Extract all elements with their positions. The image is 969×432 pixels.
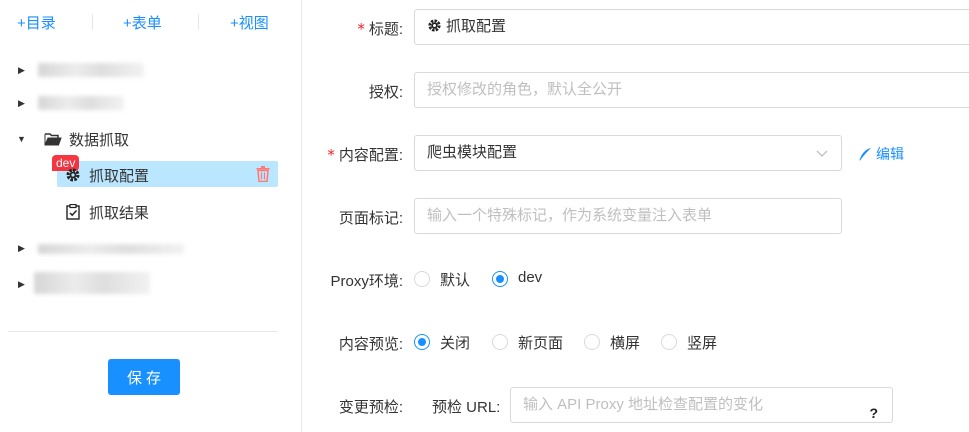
radio-circle <box>584 334 600 350</box>
required-mark: * <box>327 146 335 164</box>
preview-label: 内容预览: <box>338 336 403 353</box>
content-config-select[interactable]: 爬虫模块配置 <box>414 135 842 171</box>
page-tag-label: 页面标记: <box>338 210 403 227</box>
save-button[interactable]: 保存 <box>108 359 180 395</box>
edit-link[interactable]: 编辑 <box>858 144 904 164</box>
radio-circle <box>414 271 430 287</box>
divider <box>8 331 278 332</box>
gear-icon <box>66 168 80 182</box>
radio-proxy-dev[interactable]: dev <box>492 268 562 290</box>
gear-icon <box>428 19 441 32</box>
radio-circle <box>492 334 508 350</box>
radio-preview-new-page[interactable]: 新页面 <box>492 331 578 353</box>
proxy-env-radio-group: 默认 dev <box>414 268 614 292</box>
title-label: * 标题: <box>357 20 403 38</box>
page-tag-input[interactable]: 输入一个特殊标记，作为系统变量注入表单 <box>414 198 842 234</box>
redacted-label <box>38 244 184 254</box>
caret-right-icon[interactable]: ▶ <box>18 65 28 75</box>
tree-item-label: 抓取配置 <box>89 168 150 185</box>
radio-preview-landscape[interactable]: 横屏 <box>584 331 654 353</box>
radio-circle-checked <box>414 334 430 350</box>
precheck-url-input[interactable]: 输入 API Proxy 地址检查配置的变化 ? <box>510 387 893 423</box>
content-config-value: 爬虫模块配置 <box>427 144 518 161</box>
precheck-url-placeholder: 输入 API Proxy 地址检查配置的变化 <box>523 396 764 413</box>
feather-pen-icon <box>859 148 871 161</box>
radio-preview-portrait[interactable]: 竖屏 <box>661 331 731 353</box>
precheck-url-label: 预检 URL: <box>432 399 501 416</box>
preview-radio-group: 关闭 新页面 横屏 竖屏 <box>414 331 734 355</box>
chevron-down-icon <box>816 150 828 157</box>
radio-circle-checked <box>492 271 508 287</box>
caret-down-icon[interactable]: ▼ <box>17 134 27 144</box>
caret-right-icon[interactable]: ▶ <box>18 243 28 253</box>
title-value: 抓取配置 <box>446 18 507 35</box>
auth-select[interactable]: 授权修改的角色，默认全公开 <box>414 72 969 108</box>
radio-circle <box>661 334 677 350</box>
content-config-label: * 内容配置: <box>327 146 403 164</box>
redacted-label <box>38 63 144 77</box>
title-input[interactable]: 抓取配置 <box>414 9 969 45</box>
proxy-env-label: Proxy环境: <box>330 273 403 290</box>
tree-node-redacted[interactable]: ▶ <box>0 234 300 264</box>
radio-proxy-default[interactable]: 默认 <box>414 268 484 290</box>
trash-icon[interactable] <box>256 166 270 182</box>
auth-placeholder: 授权修改的角色，默认全公开 <box>427 81 623 98</box>
help-icon[interactable]: ? <box>869 396 878 430</box>
change-check-label: 变更预检: <box>338 399 403 416</box>
radio-preview-off[interactable]: 关闭 <box>414 331 484 353</box>
required-mark: * <box>357 20 365 38</box>
auth-label: 授权: <box>368 84 403 101</box>
page-tag-placeholder: 输入一个特殊标记，作为系统变量注入表单 <box>427 207 713 224</box>
